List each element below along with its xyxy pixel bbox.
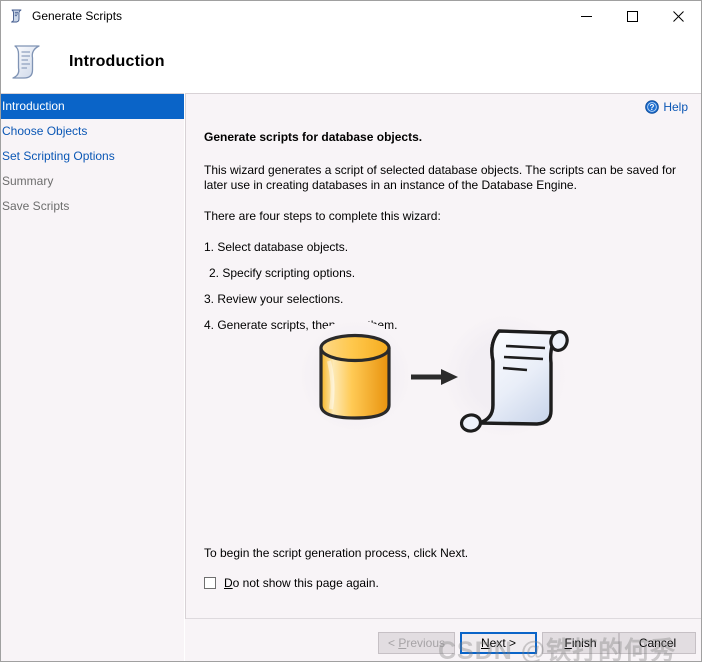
sidebar-item-introduction[interactable]: Introduction bbox=[1, 94, 184, 119]
step-item-3: 3. Review your selections. bbox=[204, 292, 344, 306]
sidebar-item-summary: Summary bbox=[2, 174, 54, 188]
page-title: Introduction bbox=[69, 53, 165, 70]
title-bar: Generate Scripts bbox=[1, 1, 701, 31]
step-item-2: 2. Specify scripting options. bbox=[209, 266, 356, 280]
do-not-show-again-label: Do not show this page again. bbox=[224, 576, 379, 590]
help-question-icon: ? bbox=[645, 100, 660, 114]
close-icon[interactable] bbox=[655, 1, 701, 31]
help-link[interactable]: ? Help bbox=[645, 100, 688, 114]
cancel-button[interactable]: Cancel bbox=[619, 632, 696, 654]
sidebar-item-save-scripts: Save Scripts bbox=[2, 199, 70, 213]
next-button[interactable]: Next > bbox=[460, 632, 537, 654]
generate-scripts-window: Generate Scripts Introduction Introducti… bbox=[0, 0, 702, 662]
finish-button[interactable]: Finish bbox=[542, 632, 619, 654]
window-title: Generate Scripts bbox=[32, 9, 123, 23]
previous-button: < Previous bbox=[378, 632, 455, 654]
sidebar-item-choose-objects[interactable]: Choose Objects bbox=[1, 119, 184, 144]
maximize-icon[interactable] bbox=[609, 1, 655, 31]
script-scroll-icon bbox=[5, 40, 49, 84]
do-not-show-again-checkbox[interactable] bbox=[204, 577, 216, 589]
introduction-content: Generate scripts for database objects. T… bbox=[204, 130, 688, 344]
step-item-4: 4. Generate scripts, then save them. bbox=[204, 318, 398, 332]
begin-instruction: To begin the script generation process, … bbox=[204, 546, 469, 560]
main-content-panel: ? Help Generate scripts for database obj… bbox=[185, 93, 701, 661]
script-scroll-icon bbox=[9, 8, 25, 24]
steps-intro: There are four steps to complete this wi… bbox=[204, 209, 441, 223]
window-controls bbox=[563, 1, 701, 31]
svg-text:?: ? bbox=[650, 103, 655, 112]
intro-paragraph: This wizard generates a script of select… bbox=[204, 163, 677, 192]
wizard-step-sidebar: Introduction Choose Objects Set Scriptin… bbox=[1, 93, 184, 661]
dialog-button-bar: < Previous Next > Finish Cancel bbox=[185, 619, 701, 661]
content-heading: Generate scripts for database objects. bbox=[204, 130, 423, 144]
step-item-1: 1. Select database objects. bbox=[204, 240, 349, 254]
help-label: Help bbox=[663, 100, 688, 114]
sidebar-item-set-scripting-options[interactable]: Set Scripting Options bbox=[1, 144, 184, 169]
page-header: Introduction bbox=[1, 31, 701, 93]
minimize-icon[interactable] bbox=[563, 1, 609, 31]
do-not-show-again-row[interactable]: Do not show this page again. bbox=[204, 576, 379, 590]
